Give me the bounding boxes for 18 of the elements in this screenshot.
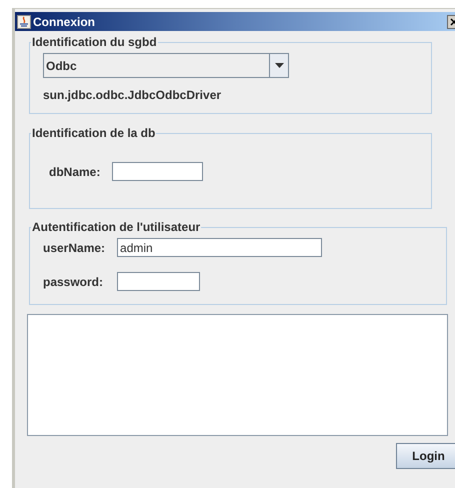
app-icon	[17, 14, 31, 28]
field-label: dbName:	[49, 164, 100, 180]
message-area[interactable]	[27, 314, 448, 436]
dropdown-arrow-icon	[274, 63, 284, 68]
dropdown-button[interactable]	[269, 54, 288, 77]
driver-class-label: sun.jdbc.odbc.JdbcOdbcDriver	[43, 87, 222, 104]
group-legend: Identification de la db	[31, 124, 156, 142]
window-title: Connexion	[33, 14, 95, 30]
input-field[interactable]	[112, 162, 204, 181]
select-value: Odbc	[45, 58, 78, 74]
driver-select[interactable]: Odbc	[43, 53, 289, 78]
group-legend: Identification du sgbd	[31, 33, 158, 51]
field-label: password:	[43, 274, 104, 290]
login-button[interactable]: Login	[396, 443, 455, 469]
field-label: userName:	[43, 240, 106, 256]
group-legend: Autentification de l'utilisateur	[31, 218, 202, 236]
input-field[interactable]: admin	[117, 238, 322, 257]
input-field[interactable]	[117, 272, 200, 291]
